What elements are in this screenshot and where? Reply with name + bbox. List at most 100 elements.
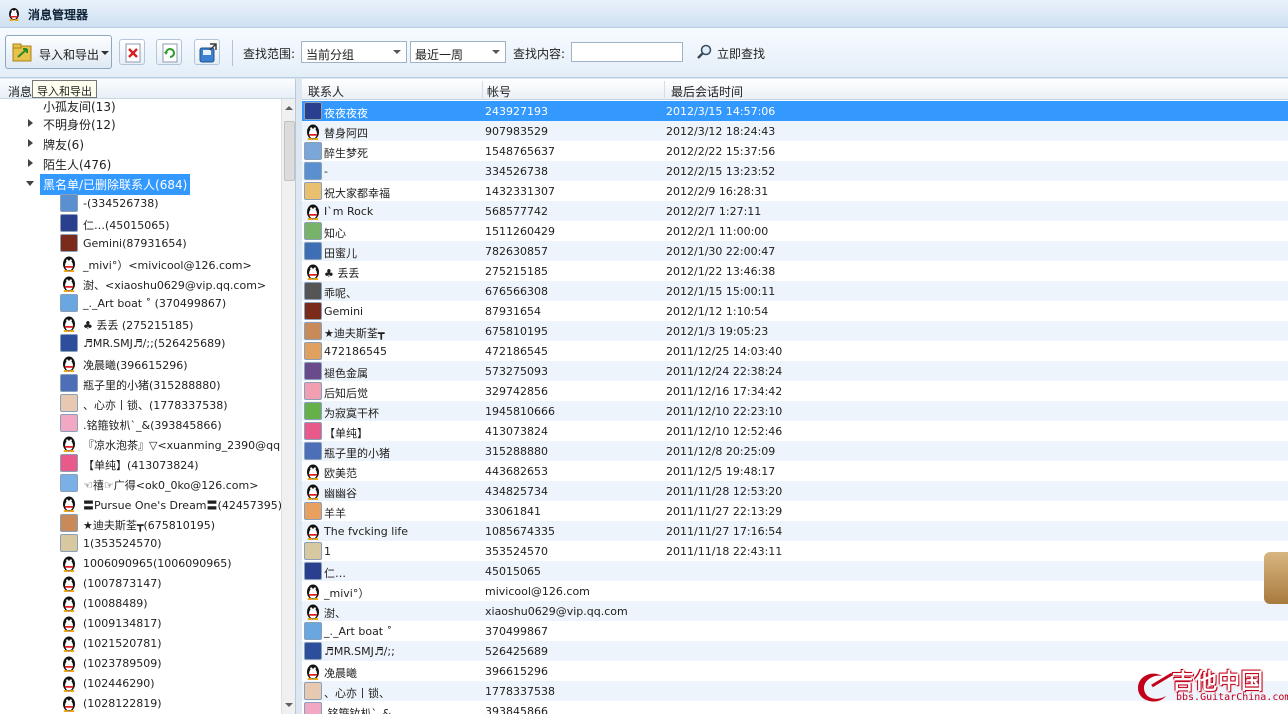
avatar [60,214,78,232]
tree-contact[interactable]: ★迪夫斯荃┳(675810195) [0,513,282,533]
tree-contact[interactable]: 『凉水泡茶』▽<xuanming_2390@qq [0,433,282,453]
tree-group-label: 不明身份(12) [43,118,116,132]
list-row[interactable]: 知心 1511260429 2012/2/1 11:00:00 [302,221,1288,241]
list-row[interactable]: 【单纯】 413073824 2011/12/10 12:52:46 [302,421,1288,441]
list-row[interactable]: 472186545 472186545 2011/12/25 14:03:40 [302,341,1288,361]
tree-contact[interactable]: 仁…(45015065) [0,213,282,233]
tree-contact[interactable]: 瓶子里的小猪(315288880) [0,373,282,393]
last-chat-time: 2012/1/15 15:00:11 [666,285,776,298]
list-row[interactable]: 醉生梦死 1548765637 2012/2/22 15:37:56 [302,141,1288,161]
list-row[interactable]: 仁… 45015065 [302,561,1288,581]
tree-contact[interactable]: .铭箍钕朳`_&(393845866) [0,413,282,433]
tree-contact[interactable]: (1009134817) [0,613,282,633]
disk-export-icon [199,43,217,63]
refresh-button[interactable] [156,39,182,65]
tree-group[interactable]: 牌友(6) [0,133,282,153]
qq-penguin-icon [60,354,78,372]
last-chat-time: 2012/1/3 19:05:23 [666,325,769,338]
list-row[interactable]: 为寂寞干杯 1945810666 2011/12/10 22:23:10 [302,401,1288,421]
tree-contact[interactable]: (102446290) [0,673,282,693]
tree-contact[interactable]: (1023789509) [0,653,282,673]
tree-contact[interactable]: ☜禧☞广得<ok0_0ko@126.com> [0,473,282,493]
list-row[interactable]: I`m Rock 568577742 2012/2/7 1:27:11 [302,201,1288,221]
column-separator[interactable] [482,81,483,98]
list-row[interactable]: 乖呢、 676566308 2012/1/15 15:00:11 [302,281,1288,301]
list-row[interactable]: 替身阿四 907983529 2012/3/12 18:24:43 [302,121,1288,141]
list-row[interactable]: 祝大家都幸福 1432331307 2012/2/9 16:28:31 [302,181,1288,201]
tree-contact[interactable]: 凂晨曦(396615296) [0,353,282,373]
export-to-disk-button[interactable] [194,39,220,65]
expand-closed-icon[interactable] [28,139,33,147]
tree-contact[interactable]: ♣ 丢丢 (275215185) [0,313,282,333]
tree-contact[interactable]: Gemini(87931654) [0,233,282,253]
qq-penguin-icon [304,582,322,600]
search-input[interactable] [571,42,683,62]
tree-group[interactable]: 不明身份(12) [0,113,282,133]
list-row[interactable]: 幽幽谷 434825734 2011/11/28 12:53:20 [302,481,1288,501]
tree-scrollbar[interactable] [281,99,295,714]
tree-contact[interactable]: _._Art boat ˚ (370499867) [0,293,282,313]
list-row[interactable]: 褪色金属 573275093 2011/12/24 22:38:24 [302,361,1288,381]
tree-contact[interactable]: 【单纯】(413073824) [0,453,282,473]
tree-group[interactable]: 陌生人(476) [0,153,282,173]
last-chat-time: 2012/2/7 1:27:11 [666,205,762,218]
scroll-up-icon[interactable] [285,106,293,110]
list-row[interactable]: ♣ 丢丢 275215185 2012/1/22 13:46:38 [302,261,1288,281]
contact-account: 676566308 [485,285,548,298]
tree-contact-label: _mivi°）<mivicool@126.com> [83,259,252,272]
expand-closed-icon[interactable] [28,159,33,167]
list-row[interactable]: 瓶子里的小猪 315288880 2011/12/8 20:25:09 [302,441,1288,461]
last-chat-time: 2012/2/9 16:28:31 [666,185,769,198]
scroll-down-icon[interactable] [285,703,293,707]
search-now-button[interactable]: 立即查找 [695,41,775,63]
column-header-contact[interactable]: 联系人 [308,83,344,100]
column-header-account[interactable]: 帐号 [487,83,511,100]
tree-contact[interactable]: -(334526738) [0,193,282,213]
list-row[interactable]: 1 353524570 2011/11/18 22:43:11 [302,541,1288,561]
delete-button[interactable] [119,39,145,65]
import-export-button[interactable]: 导入和导出 [5,35,112,69]
list-row[interactable]: 夜夜夜夜 243927193 2012/3/15 14:57:06 [302,101,1288,121]
dropdown-arrow-icon [101,51,109,55]
scroll-thumb[interactable] [284,121,295,181]
column-separator[interactable] [664,81,665,98]
tree-contact[interactable]: 澍、<xiaoshu0629@vip.qq.com> [0,273,282,293]
time-range-select[interactable]: 最近一周 [410,41,506,63]
list-row[interactable]: Gemini 87931654 2012/1/12 1:10:54 [302,301,1288,321]
tree-contact[interactable]: 、心亦丨锁、(1778337538) [0,393,282,413]
tree-contact[interactable]: 〓Pursue One's Dream〓(42457395) [0,493,282,513]
tree-contact[interactable]: 1(353524570) [0,533,282,553]
tree-contact[interactable]: ♬MR.SMJ♬/;;(526425689) [0,333,282,353]
list-row[interactable]: The fvcking life 1085674335 2011/11/27 17:… [302,521,1288,541]
tree-contact-label: 〓Pursue One's Dream〓(42457395) [83,499,283,512]
list-row[interactable]: ★迪夫斯荃┳ 675810195 2012/1/3 19:05:23 [302,321,1288,341]
tree-contact-label: _._Art boat ˚ (370499867) [83,297,227,310]
last-chat-time: 2012/1/30 22:00:47 [666,245,776,258]
list-row[interactable]: 欧美范 443682653 2011/12/5 19:48:17 [302,461,1288,481]
list-row[interactable]: 田蜜儿 782630857 2012/1/30 22:00:47 [302,241,1288,261]
contact-name: - [324,165,328,178]
tree-group[interactable]: 黑名单/已删除联系人(684) [0,173,282,195]
contact-name: 羊羊 [324,507,346,520]
contact-account: 434825734 [485,485,548,498]
tree-contact[interactable]: (10088489) [0,593,282,613]
tree-contact[interactable]: (1007873147) [0,573,282,593]
expand-closed-icon[interactable] [28,119,33,127]
list-row[interactable]: 羊羊 33061841 2011/11/27 22:13:29 [302,501,1288,521]
qq-penguin-icon [60,254,78,272]
tree-contact[interactable]: (1021520781) [0,633,282,653]
scope-select[interactable]: 当前分组 [301,41,407,63]
list-row[interactable]: - 334526738 2012/2/15 13:23:52 [302,161,1288,181]
list-row[interactable]: ♬MR.SMJ♬/;; 526425689 [302,641,1288,661]
contact-name: 、心亦丨锁、 [324,687,390,700]
tree-contact[interactable]: 1006090965(1006090965) [0,553,282,573]
list-row[interactable]: _mivi°） mivicool@126.com [302,581,1288,601]
tree-contact[interactable]: _mivi°）<mivicool@126.com> [0,253,282,273]
tree-contact[interactable]: (1028122819) [0,693,282,713]
expand-open-icon[interactable] [26,181,34,186]
avatar [304,682,322,700]
list-row[interactable]: 后知后觉 329742856 2011/12/16 17:34:42 [302,381,1288,401]
list-row[interactable]: 澍、 xiaoshu0629@vip.qq.com [302,601,1288,621]
column-header-last-time[interactable]: 最后会话时间 [671,83,743,100]
list-row[interactable]: _._Art boat ˚ 370499867 [302,621,1288,641]
